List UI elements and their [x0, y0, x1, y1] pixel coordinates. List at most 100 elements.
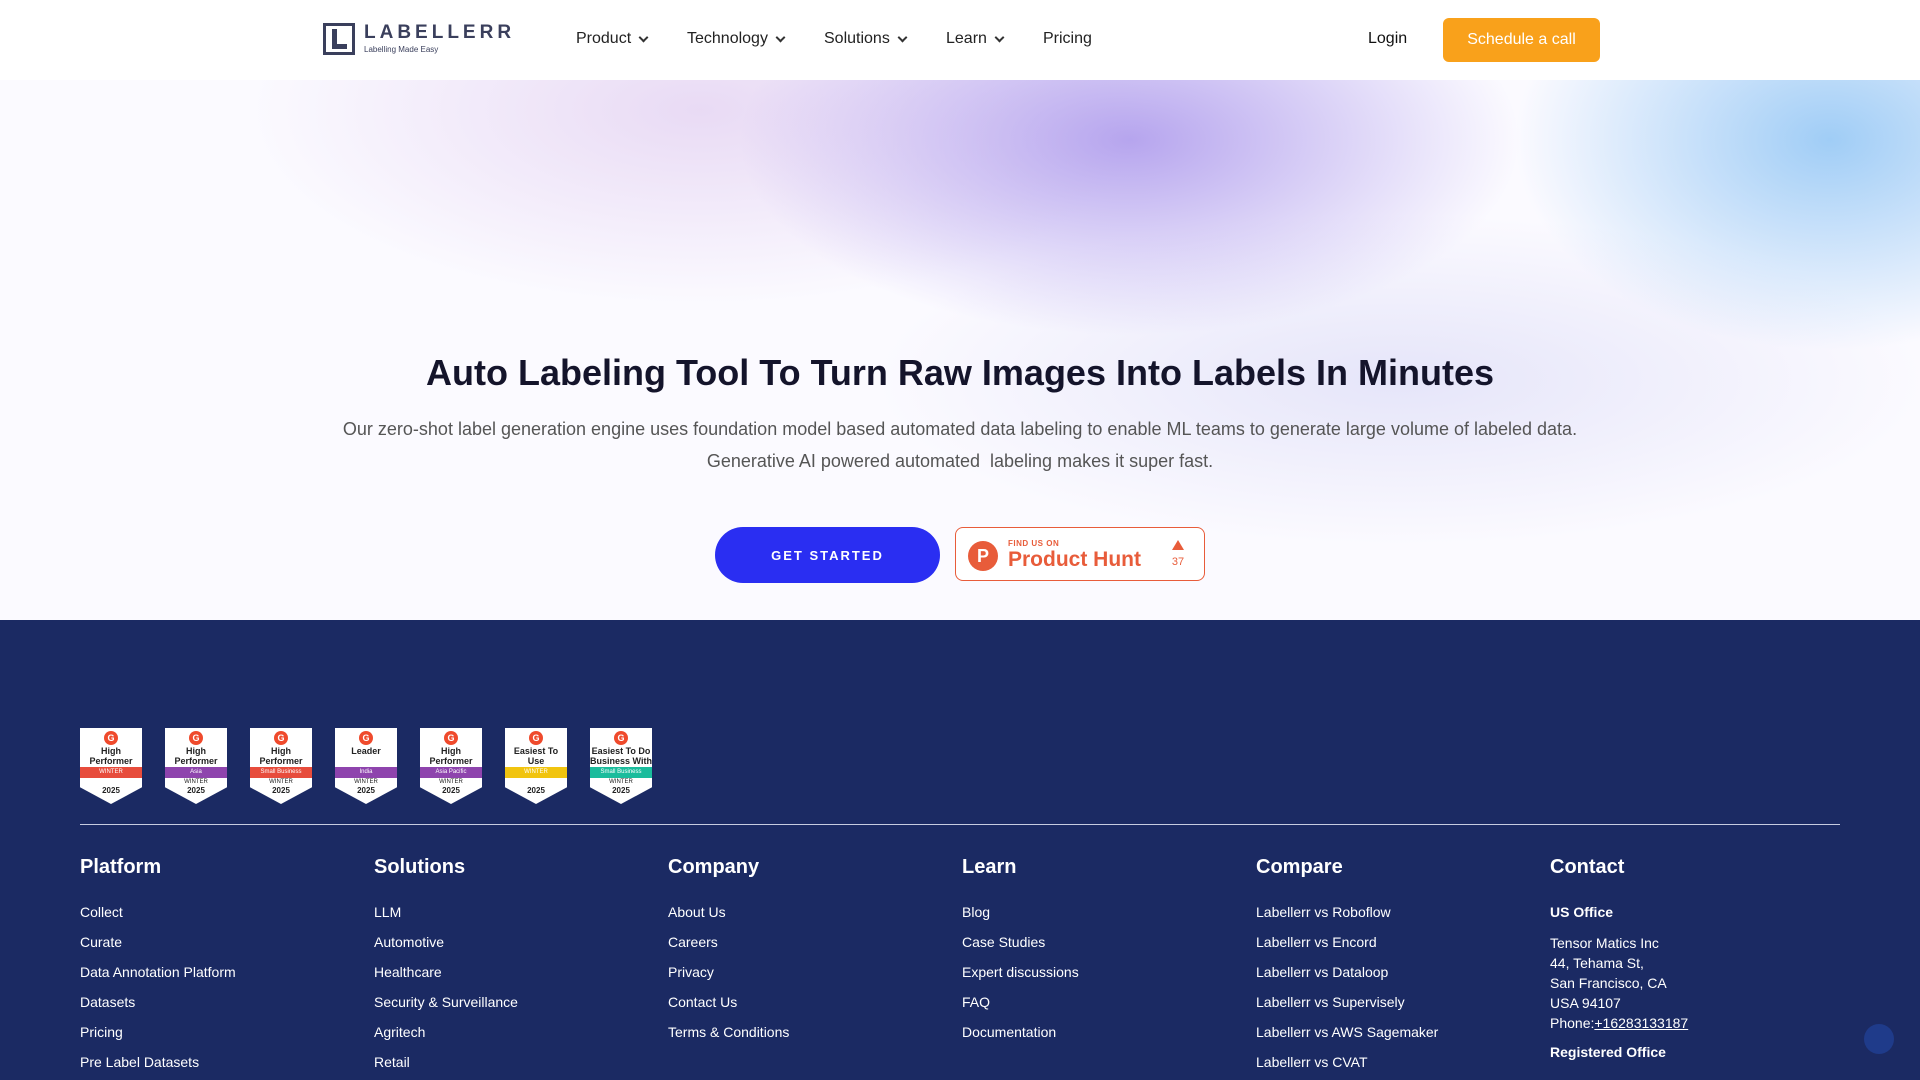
contact-phone-row: Phone:+16283133187: [1550, 1013, 1840, 1033]
contact-zip: USA 94107: [1550, 995, 1621, 1011]
chevron-down-icon: [775, 32, 786, 42]
nav-solutions[interactable]: Solutions: [824, 30, 908, 48]
footer-link-expert-discussions[interactable]: Expert discussions: [962, 963, 1252, 993]
nav-pricing-label: Pricing: [1043, 30, 1092, 47]
footer-link-vs-roboflow[interactable]: Labellerr vs Roboflow: [1256, 903, 1546, 933]
badge-year: 2025: [527, 786, 545, 795]
footer-link-about-us[interactable]: About Us: [668, 903, 958, 933]
g2-badge: G High Performer WINTER 2025: [80, 728, 142, 804]
footer-link-vs-aws-sagemaker[interactable]: Labellerr vs AWS Sagemaker: [1256, 1023, 1546, 1053]
badge-title: Leader: [351, 746, 381, 756]
footer-link-vs-dataloop[interactable]: Labellerr vs Dataloop: [1256, 963, 1546, 993]
g2-logo-icon: G: [614, 731, 628, 745]
badge-season: WINTER: [269, 779, 293, 785]
footer-link-automotive[interactable]: Automotive: [374, 933, 664, 963]
g2-logo-icon: G: [529, 731, 543, 745]
product-hunt-badge[interactable]: P FIND US ON Product Hunt 37: [955, 527, 1205, 581]
nav-learn[interactable]: Learn: [946, 30, 1005, 48]
badge-season: WINTER: [354, 779, 378, 785]
badge-year: 2025: [187, 786, 205, 795]
footer-link-vs-supervisely[interactable]: Labellerr vs Supervisely: [1256, 993, 1546, 1023]
upvote-count: 37: [1171, 556, 1185, 568]
nav-solutions-label: Solutions: [824, 30, 890, 47]
badge-region: WINTER: [80, 767, 142, 778]
contact-street: 44, Tehama St,: [1550, 955, 1644, 971]
footer-col-solutions: Solutions LLM Automotive Healthcare Secu…: [374, 856, 664, 1080]
footer-link-contact-us[interactable]: Contact Us: [668, 993, 958, 1023]
footer: G High Performer WINTER 2025 G High Performer…: [0, 620, 1920, 1080]
badge-year: 2025: [102, 786, 120, 795]
g2-badge: G Easiest To Use WINTER 2025: [505, 728, 567, 804]
badge-season: WINTER: [609, 779, 633, 785]
footer-link-security[interactable]: Security & Surveillance: [374, 993, 664, 1023]
footer-heading-learn: Learn: [962, 856, 1017, 878]
get-started-button[interactable]: GET STARTED: [715, 527, 940, 583]
badge-year: 2025: [357, 786, 375, 795]
contact-city: San Francisco, CA: [1550, 975, 1667, 991]
g2-badge: G High Performer Asia Pacific WINTER 2025: [420, 728, 482, 804]
product-hunt-label: Product Hunt: [1008, 548, 1141, 571]
footer-col-platform: Platform Collect Curate Data Annotation …: [80, 856, 370, 1080]
badge-year: 2025: [612, 786, 630, 795]
badge-title: High Performer: [174, 746, 218, 766]
footer-link-careers[interactable]: Careers: [668, 933, 958, 963]
g2-logo-icon: G: [444, 731, 458, 745]
footer-link-data-annotation-platform[interactable]: Data Annotation Platform: [80, 963, 370, 993]
product-hunt-small-label: FIND US ON: [1008, 539, 1060, 548]
footer-heading-contact: Contact: [1550, 856, 1625, 878]
footer-col-learn: Learn Blog Case Studies Expert discussio…: [962, 856, 1252, 1053]
badge-region: Asia Pacific: [420, 767, 482, 778]
badge-region: Small Business: [250, 767, 312, 778]
g2-logo-icon: G: [274, 731, 288, 745]
footer-link-pre-label-datasets[interactable]: Pre Label Datasets: [80, 1053, 370, 1080]
footer-link-collect[interactable]: Collect: [80, 903, 370, 933]
badge-region: India: [335, 767, 397, 778]
product-hunt-icon: P: [968, 541, 998, 571]
footer-link-privacy[interactable]: Privacy: [668, 963, 958, 993]
footer-link-llm[interactable]: LLM: [374, 903, 664, 933]
footer-heading-company: Company: [668, 856, 760, 878]
footer-link-documentation[interactable]: Documentation: [962, 1023, 1252, 1053]
hero-title: Auto Labeling Tool To Turn Raw Images In…: [425, 352, 1494, 393]
footer-link-curate[interactable]: Curate: [80, 933, 370, 963]
footer-link-agritech[interactable]: Agritech: [374, 1023, 664, 1053]
brand-tagline: Labelling Made Easy: [364, 45, 439, 54]
brand-logo[interactable]: LABELLERR Labelling Made Easy: [323, 22, 515, 56]
logo-text: LABELLERR Labelling Made Easy: [364, 23, 515, 55]
badge-title: High Performer: [89, 746, 133, 766]
badge-region: Asia: [165, 767, 227, 778]
phone-link[interactable]: +16283133187: [1594, 1015, 1688, 1031]
footer-col-company: Company About Us Careers Privacy Contact…: [668, 856, 958, 1053]
g2-badge: G Easiest To Do Business With Small Busine…: [590, 728, 652, 804]
footer-link-datasets[interactable]: Datasets: [80, 993, 370, 1023]
upvote-triangle-icon: [1172, 540, 1184, 550]
badge-region: Small Business: [590, 767, 652, 778]
chat-widget-icon[interactable]: [1864, 1024, 1894, 1054]
nav-technology[interactable]: Technology: [687, 30, 786, 48]
footer-link-healthcare[interactable]: Healthcare: [374, 963, 664, 993]
footer-link-case-studies[interactable]: Case Studies: [962, 933, 1252, 963]
footer-link-faq[interactable]: FAQ: [962, 993, 1252, 1023]
footer-link-blog[interactable]: Blog: [962, 903, 1252, 933]
g2-logo-icon: G: [359, 731, 373, 745]
badge-season: WINTER: [439, 779, 463, 785]
nav-learn-label: Learn: [946, 30, 987, 47]
g2-badge: G High Performer Small Business WINTER 2025: [250, 728, 312, 804]
footer-col-compare: Compare Labellerr vs Roboflow Labellerr …: [1256, 856, 1546, 1080]
chevron-down-icon: [638, 32, 649, 42]
award-badges: G High Performer WINTER 2025 G High Performer…: [80, 728, 675, 804]
login-link[interactable]: Login: [1368, 30, 1407, 48]
footer-link-terms[interactable]: Terms & Conditions: [668, 1023, 958, 1053]
footer-divider: [80, 824, 1840, 825]
badge-title: High Performer: [259, 746, 303, 766]
nav-product[interactable]: Product: [576, 30, 649, 48]
footer-link-vs-encord[interactable]: Labellerr vs Encord: [1256, 933, 1546, 963]
footer-heading-platform: Platform: [80, 856, 162, 878]
nav-pricing[interactable]: Pricing: [1043, 30, 1092, 48]
schedule-call-button[interactable]: Schedule a call: [1443, 18, 1600, 62]
chevron-down-icon: [994, 32, 1005, 42]
footer-link-pricing[interactable]: Pricing: [80, 1023, 370, 1053]
nav-product-label: Product: [576, 30, 632, 47]
footer-link-retail[interactable]: Retail: [374, 1053, 664, 1080]
footer-link-vs-cvat[interactable]: Labellerr vs CVAT: [1256, 1053, 1546, 1080]
